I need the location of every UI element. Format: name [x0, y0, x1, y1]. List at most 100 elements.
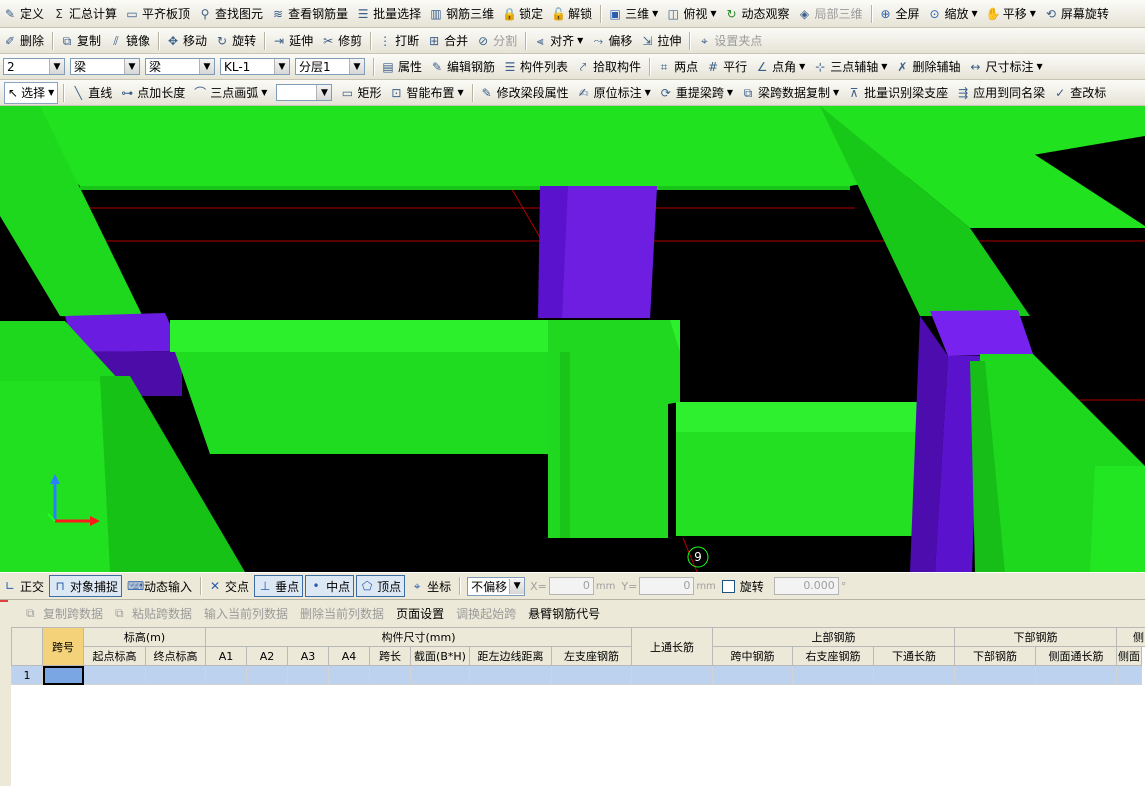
- snap-button-6[interactable]: ⬠ 顶点: [356, 575, 406, 597]
- toolbar2-button-2[interactable]: ⫽ 镜像: [106, 31, 153, 51]
- column-header[interactable]: 右支座钢筋: [792, 646, 875, 666]
- rotate-checkbox[interactable]: [721, 579, 735, 593]
- table-cell[interactable]: [1035, 665, 1118, 685]
- toolbar1-button-3[interactable]: ⚲ 查找图元: [195, 4, 266, 24]
- toolbar1-button-8[interactable]: 🔓 解锁: [548, 4, 595, 24]
- toolbar1-button-9[interactable]: ▣ 三维 ▼: [605, 4, 661, 24]
- toolbar1-button-16[interactable]: ⟲ 屏幕旋转: [1041, 4, 1112, 24]
- table-cell[interactable]: [83, 665, 146, 685]
- toolbar2-button-8[interactable]: ⊞ 合并: [424, 31, 471, 51]
- snap-button-0[interactable]: ∟ 正交: [0, 576, 47, 596]
- table-cell[interactable]: [246, 665, 288, 685]
- table-cell[interactable]: [42, 665, 84, 685]
- type-select[interactable]: 梁 ▼: [145, 58, 215, 75]
- column-header[interactable]: A4: [328, 646, 370, 666]
- toolbar4-button-6[interactable]: ✍ 原位标注 ▼: [574, 83, 654, 103]
- toolbar3-button-6[interactable]: ∠ 点角 ▼: [752, 57, 808, 77]
- toolbar2-button-5[interactable]: ⇥ 延伸: [269, 31, 316, 51]
- select-button[interactable]: ↖ 选择 ▼: [4, 81, 59, 104]
- column-header[interactable]: A2: [246, 646, 288, 666]
- column-header[interactable]: 下通长筋: [873, 646, 956, 666]
- grid-action-0[interactable]: ⧉ 复制跨数据: [22, 605, 107, 622]
- toolbar2-button-13[interactable]: ⌖ 设置夹点: [694, 31, 765, 51]
- table-cell[interactable]: [1116, 665, 1143, 685]
- table-cell[interactable]: [792, 665, 875, 685]
- table-cell[interactable]: [954, 665, 1037, 685]
- toolbar3-button-3[interactable]: ⤤ 拾取构件: [573, 57, 644, 77]
- offset-mode-select[interactable]: 不偏移 ▼: [467, 576, 526, 596]
- toolbar1-button-15[interactable]: ✋ 平移 ▼: [983, 4, 1039, 24]
- column-header[interactable]: A3: [287, 646, 329, 666]
- toolbar2-button-6[interactable]: ✂ 修剪: [318, 31, 365, 51]
- toolbar1-button-6[interactable]: ▥ 钢筋三维: [426, 4, 497, 24]
- table-cell[interactable]: [712, 665, 794, 685]
- grid-action-2[interactable]: 输入当前列数据: [200, 605, 292, 622]
- table-cell[interactable]: [410, 665, 470, 685]
- toolbar2-button-3[interactable]: ✥ 移动: [163, 31, 210, 51]
- x-coord-input[interactable]: 0: [548, 577, 594, 595]
- toolbar1-button-7[interactable]: 🔒 锁定: [499, 4, 546, 24]
- table-cell[interactable]: [205, 665, 247, 685]
- toolbar3-button-1[interactable]: ✎ 编辑钢筋: [427, 57, 498, 77]
- toolbar1-button-1[interactable]: Σ 汇总计算: [49, 4, 120, 24]
- y-coord-input[interactable]: 0: [639, 577, 695, 595]
- toolbar1-button-12[interactable]: ◈ 局部三维: [795, 4, 866, 24]
- toolbar1-button-5[interactable]: ☰ 批量选择: [353, 4, 424, 24]
- grid-action-4[interactable]: 页面设置: [392, 605, 448, 622]
- toolbar3-button-9[interactable]: ↔ 尺寸标注 ▼: [965, 57, 1045, 77]
- span-number-header[interactable]: 跨号: [42, 627, 84, 666]
- grid-action-6[interactable]: 悬臂钢筋代号: [524, 605, 604, 622]
- column-header[interactable]: 截面(B*H): [410, 646, 470, 666]
- column-header[interactable]: A1: [205, 646, 247, 666]
- column-header[interactable]: 跨长: [369, 646, 411, 666]
- toolbar2-button-11[interactable]: ⤳ 偏移: [588, 31, 635, 51]
- column-header[interactable]: 侧面: [1116, 646, 1143, 666]
- toolbar4-button-4[interactable]: ⊡ 智能布置 ▼: [386, 83, 466, 103]
- toolbar1-button-13[interactable]: ⊕ 全屏: [876, 4, 923, 24]
- toolbar4-button-0[interactable]: ╲ 直线: [68, 83, 115, 103]
- toolbar4-button-7[interactable]: ⟳ 重提梁跨 ▼: [656, 83, 736, 103]
- toolbar1-button-0[interactable]: ✎ 定义: [0, 4, 47, 24]
- toolbar2-button-9[interactable]: ⊘ 分割: [473, 31, 520, 51]
- toolbar2-button-4[interactable]: ↻ 旋转: [212, 31, 259, 51]
- snap-button-3[interactable]: ✕ 交点: [205, 576, 252, 596]
- toolbar4-button-5[interactable]: ✎ 修改梁段属性: [477, 83, 572, 103]
- grid-action-5[interactable]: 调换起始跨: [452, 605, 520, 622]
- column-header[interactable]: 左支座钢筋: [550, 646, 633, 666]
- grid-action-1[interactable]: ⧉ 粘贴跨数据: [111, 605, 196, 622]
- toolbar4-button-1[interactable]: ⊶ 点加长度: [117, 83, 188, 103]
- category-select[interactable]: 梁 ▼: [70, 58, 140, 75]
- toolbar1-button-10[interactable]: ◫ 俯视 ▼: [663, 4, 719, 24]
- table-cell[interactable]: [145, 665, 206, 685]
- toolbar4-button-9[interactable]: ⊼ 批量识别梁支座: [844, 83, 951, 103]
- 3d-viewport[interactable]: 9: [0, 106, 1145, 572]
- toolbar4-button-2[interactable]: ⌒ 三点画弧 ▼: [190, 83, 270, 103]
- toolbar1-button-14[interactable]: ⊙ 缩放 ▼: [925, 4, 981, 24]
- component-name-select[interactable]: KL-1 ▼: [220, 58, 290, 75]
- table-row[interactable]: 1: [11, 665, 1145, 685]
- layer-select[interactable]: 分层1 ▼: [295, 58, 365, 75]
- toolbar3-button-7[interactable]: ⊹ 三点辅轴 ▼: [810, 57, 890, 77]
- snap-button-7[interactable]: ⌖ 坐标: [407, 576, 454, 596]
- table-cell[interactable]: [369, 665, 411, 685]
- toolbar2-button-10[interactable]: ⫷ 对齐 ▼: [530, 31, 586, 51]
- column-header[interactable]: 距左边线距离: [469, 646, 552, 666]
- table-cell[interactable]: [550, 665, 633, 685]
- rotate-angle-input[interactable]: 0.000: [773, 577, 839, 595]
- column-header[interactable]: 跨中钢筋: [712, 646, 794, 666]
- toolbar3-button-4[interactable]: ⌗ 两点: [654, 57, 701, 77]
- toolbar4-button-3[interactable]: ▭ 矩形: [337, 83, 384, 103]
- table-cell[interactable]: [631, 665, 714, 685]
- snap-button-1[interactable]: ⊓ 对象捕捉: [49, 575, 123, 597]
- snap-button-4[interactable]: ⊥ 垂点: [254, 575, 304, 597]
- table-cell[interactable]: [287, 665, 329, 685]
- toolbar1-button-4[interactable]: ≋ 查看钢筋量: [268, 4, 351, 24]
- snap-button-2[interactable]: ⌨ 动态输入: [124, 576, 195, 596]
- table-cell[interactable]: [873, 665, 956, 685]
- toolbar3-button-2[interactable]: ☰ 构件列表: [500, 57, 571, 77]
- column-header[interactable]: 下部钢筋: [954, 646, 1037, 666]
- snap-button-5[interactable]: • 中点: [305, 575, 355, 597]
- table-cell[interactable]: [469, 665, 552, 685]
- column-header[interactable]: 起点标高: [83, 646, 146, 666]
- grid-action-3[interactable]: 删除当前列数据: [296, 605, 388, 622]
